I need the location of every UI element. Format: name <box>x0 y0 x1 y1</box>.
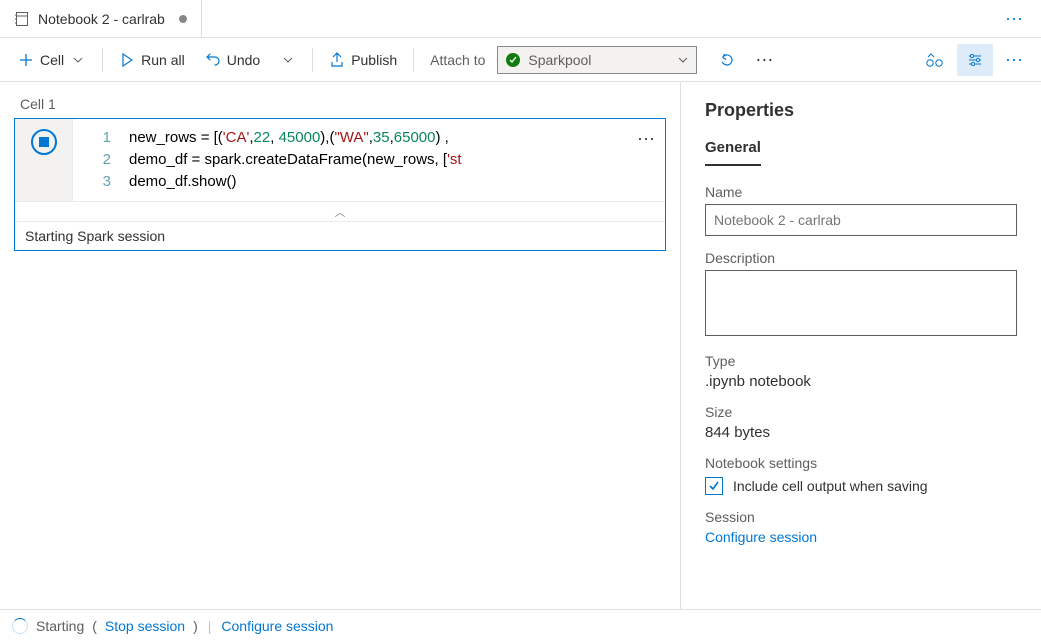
status-text: Starting <box>36 618 84 634</box>
notebook-icon <box>14 11 30 27</box>
cell-more-button[interactable]: ··· <box>637 127 655 149</box>
code-editor[interactable]: 123 new_rows = [('CA',22, 45000),("WA",3… <box>73 119 665 201</box>
play-icon <box>119 52 135 68</box>
tab-title: Notebook 2 - carlrab <box>38 11 165 27</box>
description-label: Description <box>705 250 1017 266</box>
type-value: .ipynb notebook <box>705 373 1017 390</box>
sliders-icon <box>967 52 983 68</box>
spinner-icon <box>12 618 28 634</box>
settings-label: Notebook settings <box>705 455 1017 471</box>
properties-button[interactable] <box>957 44 993 76</box>
code-cell[interactable]: 123 new_rows = [('CA',22, 45000),("WA",3… <box>14 118 666 251</box>
name-label: Name <box>705 184 1017 200</box>
attach-to-label: Attach to <box>430 52 485 68</box>
toolbar-more-button[interactable]: ··· <box>747 49 781 70</box>
configure-session-link[interactable]: Configure session <box>705 529 1017 545</box>
code-content: new_rows = [('CA',22, 45000),("WA",35,65… <box>129 127 657 193</box>
status-bar: Starting (Stop session) | Configure sess… <box>0 609 1041 641</box>
stop-icon <box>39 137 49 147</box>
unsaved-indicator-icon <box>179 15 187 23</box>
panel-more-button[interactable]: ··· <box>997 49 1031 70</box>
add-cell-button[interactable]: Cell <box>10 48 94 72</box>
include-output-checkbox[interactable] <box>705 477 723 495</box>
size-value: 844 bytes <box>705 424 1017 441</box>
variables-icon <box>925 52 945 68</box>
size-label: Size <box>705 404 1017 420</box>
publish-icon <box>329 52 345 68</box>
type-label: Type <box>705 353 1017 369</box>
undo-icon <box>205 52 221 68</box>
undo-button[interactable]: Undo <box>197 48 268 72</box>
stop-cell-button[interactable] <box>31 129 57 155</box>
stop-session-link[interactable]: Stop session <box>105 618 185 634</box>
publish-button[interactable]: Publish <box>321 48 405 72</box>
document-tab[interactable]: Notebook 2 - carlrab <box>0 0 202 37</box>
tab-more-button[interactable]: ··· <box>997 8 1031 29</box>
properties-title: Properties <box>705 100 1017 121</box>
line-numbers: 123 <box>73 127 129 193</box>
cell-status: Starting Spark session <box>15 221 665 250</box>
redo-dropdown[interactable] <box>272 48 304 72</box>
include-output-label: Include cell output when saving <box>733 478 928 494</box>
refresh-button[interactable] <box>711 48 743 72</box>
name-input[interactable] <box>705 204 1017 236</box>
chevron-down-icon <box>70 52 86 68</box>
chevron-down-icon <box>280 52 296 68</box>
sparkpool-select[interactable]: Sparkpool <box>497 46 697 74</box>
description-input[interactable] <box>705 270 1017 336</box>
properties-panel: Properties General Name Description Type… <box>681 82 1041 609</box>
session-label: Session <box>705 509 1017 525</box>
toolbar: Cell Run all Undo Publish Attach to Spar… <box>0 38 1041 82</box>
tab-general[interactable]: General <box>705 139 761 166</box>
configure-session-link-status[interactable]: Configure session <box>221 618 333 634</box>
collapse-handle[interactable]: ︿ <box>15 201 665 221</box>
check-icon <box>708 480 720 492</box>
cell-label: Cell 1 <box>20 96 666 112</box>
variables-button[interactable] <box>917 44 953 76</box>
plus-icon <box>18 52 34 68</box>
run-all-button[interactable]: Run all <box>111 48 193 72</box>
refresh-icon <box>719 52 735 68</box>
check-circle-icon <box>506 53 520 67</box>
chevron-down-icon <box>678 57 688 63</box>
